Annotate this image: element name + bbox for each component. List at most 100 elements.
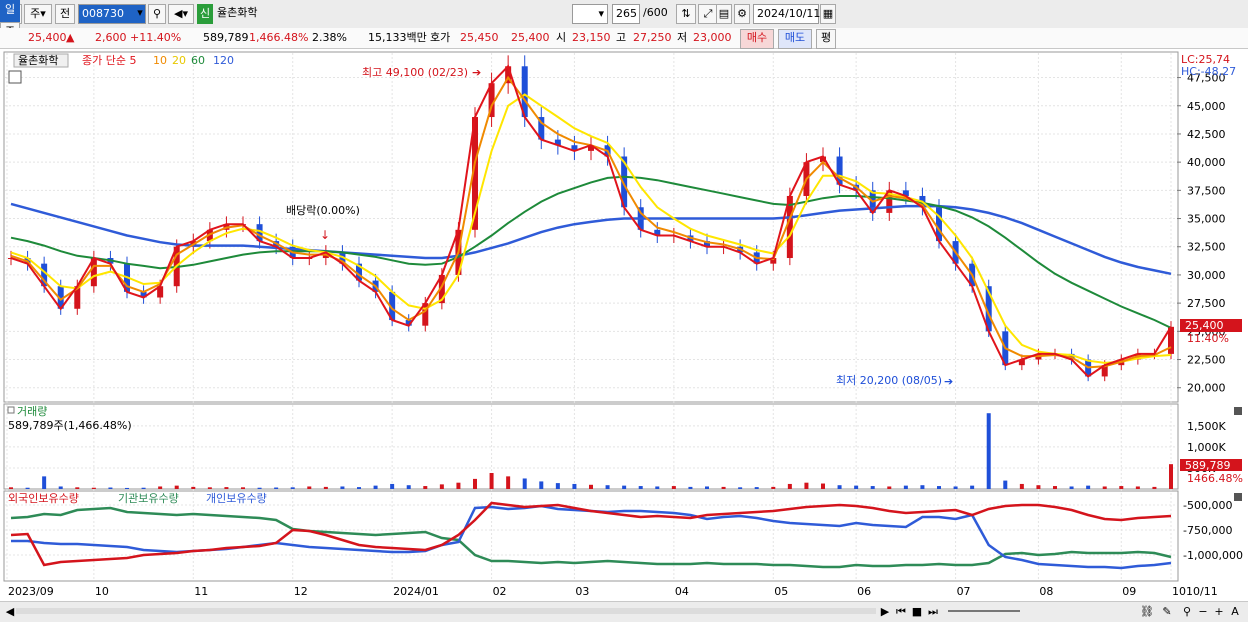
volume-panel-close-icon[interactable] [1234,407,1242,415]
stop-icon[interactable]: ■ [910,604,924,619]
volume-bar [141,487,146,489]
x-tick-label: 10 [1172,585,1186,598]
first-page-icon[interactable]: ⏮ [894,604,908,619]
volume-bar [423,486,428,489]
zoom-out-icon[interactable]: − [1196,604,1210,619]
type-select-label: 주 [30,7,41,20]
tool-icon[interactable]: ✎ [1160,604,1174,619]
save-icon[interactable]: ▤ [716,4,732,24]
volume-bar [439,484,444,489]
volume-bar [473,478,477,489]
volume-bar [771,486,776,489]
search-icon[interactable]: ⚲ [148,4,166,24]
zoom-icon[interactable]: ⚲ [1180,604,1194,619]
gear-icon[interactable]: ⚙ [734,4,750,24]
prev-button[interactable]: 전 [55,4,75,24]
volume-bar [489,473,494,489]
chart-area[interactable]: 47,500 45,000 42,500 40,000 37,500 35,000 32,5… [0,49,1248,601]
bottom-bar: ◀ ▶ ⏮ ■ ⏭ ⛓ ✎ ⚲ − + A [0,601,1248,622]
zoom-slider[interactable] [948,610,1020,612]
table-toggle-icon[interactable] [8,70,22,84]
volume-bar [887,486,892,489]
price-tick-label: 35,000 [1187,213,1226,226]
x-tick-label: 05 [774,585,788,598]
volume-bar [257,487,262,489]
volume-title: 거래량 [17,405,47,418]
scroll-right-icon[interactable]: ▶ [878,604,892,619]
extra-select[interactable]: ▾ [572,4,608,24]
current-price-label: 25,400 [1185,319,1224,332]
flat-button[interactable]: 평 [816,29,836,49]
date-input[interactable]: 2024/10/11 [753,4,820,24]
x-tick-label: 03 [575,585,589,598]
low-annotation: 최저 20,200 (08/05) [836,374,942,387]
open-price: 23,150 [572,31,611,44]
volume-bar [456,482,461,489]
volume-bar [373,485,378,489]
volume-bar [970,485,975,489]
expand-icon[interactable]: ⤢ [698,4,718,24]
volume-bar [638,486,643,489]
volume-bar [986,413,991,489]
volume-bar [25,487,30,489]
volume-bar [787,483,792,489]
calendar-icon[interactable]: ▦ [820,4,836,24]
price-panel-frame [3,51,1179,403]
link-icon[interactable]: ⛓ [1140,604,1154,619]
quote-bar: 25,400 ▲ 2,600 +11.40% 589,789 1,466.48%… [0,28,1248,49]
volume-bar [522,478,527,489]
low-arrow-icon: ➔ [944,375,953,388]
volume-bar [605,485,610,489]
volume-bar [75,487,80,489]
speaker-icon[interactable]: ◀▾ [168,4,194,24]
count-total: /600 [643,6,668,19]
dividend-annotation: 배당락(0.00%) [286,204,360,217]
scrollbar-track[interactable] [16,608,876,614]
volume-value: 589,789주(1,466.48%) [8,419,132,432]
volume-bar [1019,483,1024,489]
volume-bar [207,487,212,489]
x-tick-label: 06 [857,585,871,598]
volume-bar [241,487,245,489]
low-label: 저 [677,31,688,44]
high-arrow-icon: ➔ [472,66,481,79]
x-tick-label: 08 [1039,585,1053,598]
x-tick-label: 2023/09 [8,585,54,598]
volume-bar [870,486,875,489]
legend-individual: 개인보유수량 [206,492,267,505]
holding-panel-close-icon[interactable] [1234,493,1242,501]
volume-legend-marker [7,406,15,414]
volume-bar [323,486,328,489]
x-tick-label: 2024/01 [393,585,439,598]
count-input[interactable]: 265 [612,4,640,24]
volume-bar [953,486,958,489]
volume-bar [174,485,179,489]
type-select[interactable]: 주▾ [24,4,52,24]
volume-bar [506,476,511,489]
scroll-left-icon[interactable]: ◀ [4,604,16,619]
price-tick-label: 32,500 [1187,241,1226,254]
volume-bar [937,486,941,489]
last-page-icon[interactable]: ⏭ [926,604,940,619]
legend-stock-name: 율촌화학 [18,54,58,67]
period-0-button[interactable]: 일 [0,0,20,22]
extra-select-chevron-icon: ▾ [598,7,604,20]
volume-bar [622,485,627,489]
settings-chart-icon[interactable]: ⇅ [676,4,696,24]
volume-bar [1102,486,1107,489]
volume-bar [705,486,709,489]
volume-bar [539,481,544,489]
zoom-in-icon[interactable]: + [1212,604,1226,619]
volume-bar [158,486,163,489]
price-tick-label: 20,000 [1187,382,1226,395]
x-tick-label: 12 [294,585,308,598]
high-annotation: 최고 49,100 (02/23) [362,66,468,79]
code-dropdown-icon[interactable]: ▾ [134,4,146,24]
volume-bar [837,485,842,489]
sell-button[interactable]: 매도 [778,29,812,49]
volume-bar [1053,486,1057,489]
font-size-icon[interactable]: A [1228,604,1242,619]
stock-chart[interactable]: 47,50045,00042,50040,00037,50035,00032,5… [0,49,1248,601]
legend-ma10: 10 [153,54,167,67]
buy-button[interactable]: 매수 [740,29,774,49]
